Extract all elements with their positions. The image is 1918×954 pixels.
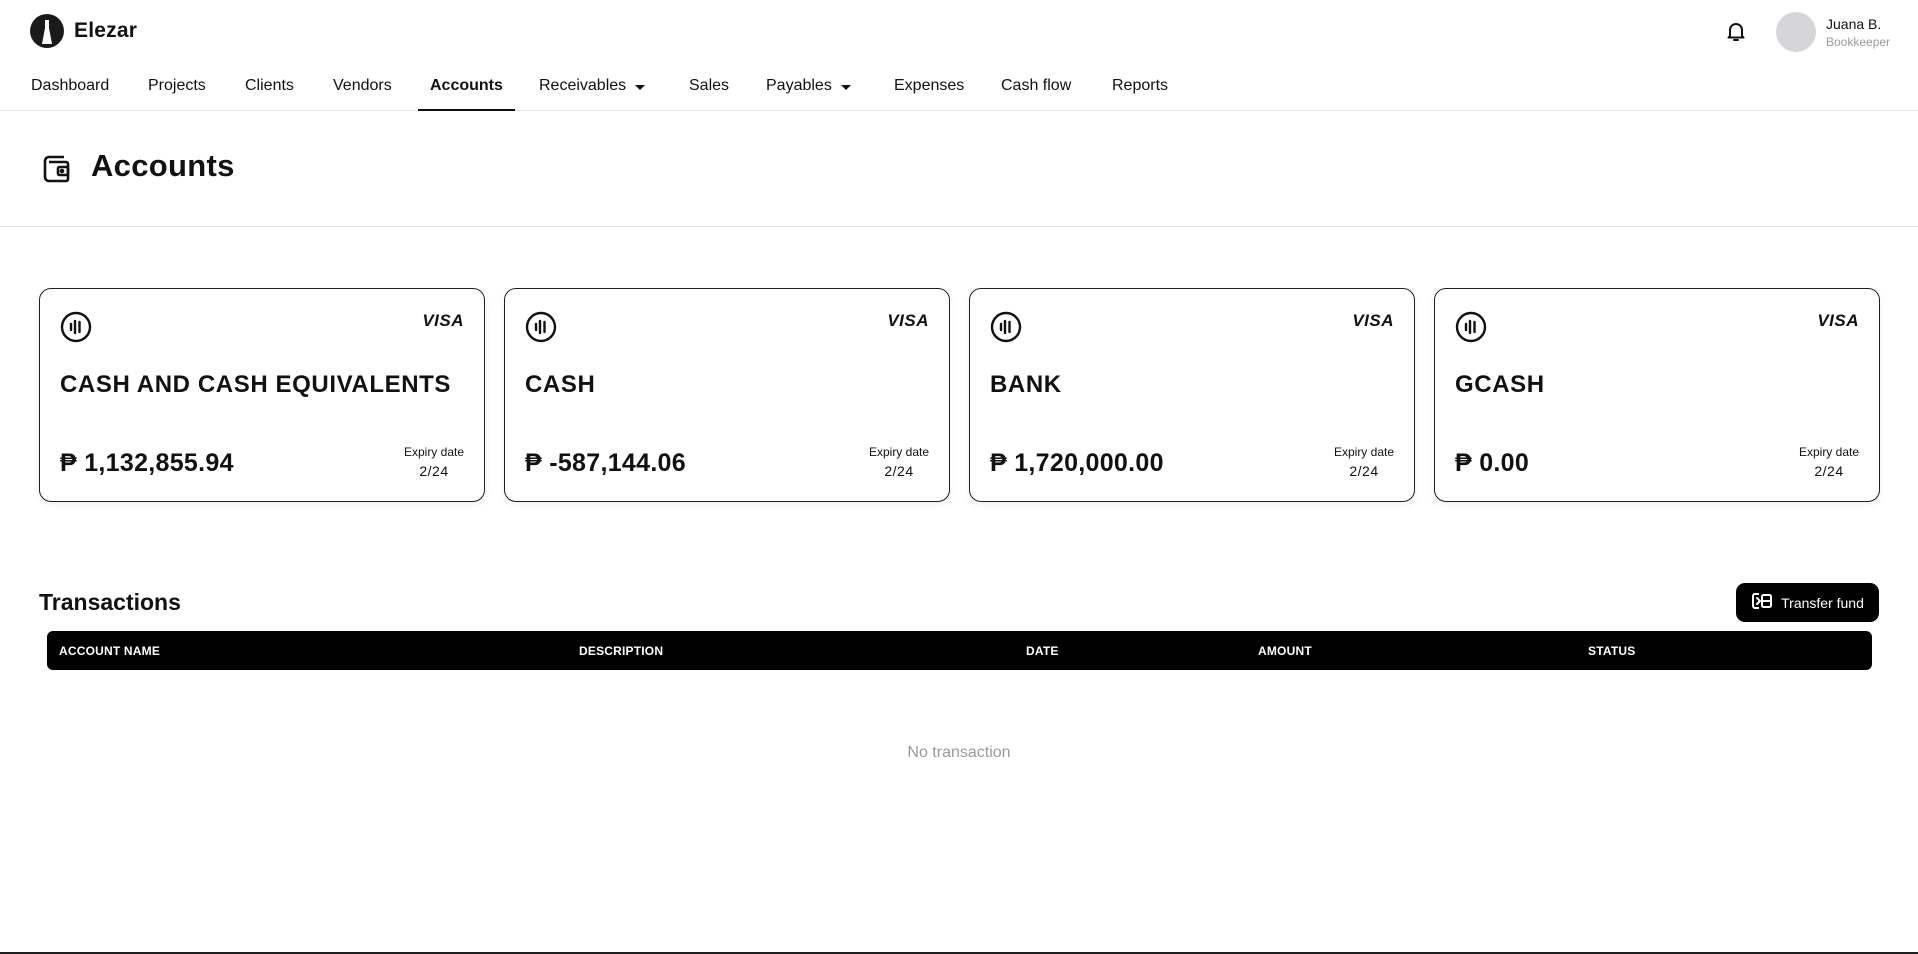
contactless-icon xyxy=(990,311,1022,343)
brand-name: Elezar xyxy=(74,19,138,42)
account-balance: ₱ 0.00 xyxy=(1455,449,1530,477)
nav-label: Reports xyxy=(1112,77,1169,94)
account-name: BANK xyxy=(990,371,1062,398)
contactless-icon xyxy=(60,311,92,343)
account-name: CASH xyxy=(525,371,596,398)
expiry: Expiry date 2/24 xyxy=(1334,445,1394,479)
user-name: Juana B. xyxy=(1826,15,1882,32)
visa-logo: VISA xyxy=(422,311,464,330)
top-bar: Elezar Juana B. Bookkeeper xyxy=(0,0,1918,62)
nav-label: Sales xyxy=(689,77,730,94)
transfer-fund-label: Transfer fund xyxy=(1781,594,1864,611)
nav-label: Dashboard xyxy=(31,77,110,94)
contactless-icon xyxy=(525,311,557,343)
nav-item-sales[interactable]: Sales xyxy=(689,62,729,110)
nav-item-accounts[interactable]: Accounts xyxy=(418,62,515,111)
column-amount[interactable]: AMOUNT xyxy=(1258,631,1312,670)
visa-logo: VISA xyxy=(1817,311,1859,330)
visa-logo: VISA xyxy=(887,311,929,330)
page-header: Accounts xyxy=(0,111,1918,227)
column-status[interactable]: STATUS xyxy=(1588,631,1635,670)
account-balance: ₱ 1,720,000.00 xyxy=(990,449,1164,477)
user-info: Juana B. Bookkeeper xyxy=(1826,16,1890,49)
nav-label: Vendors xyxy=(333,77,392,94)
column-description[interactable]: DESCRIPTION xyxy=(579,631,663,670)
nav-item-vendors[interactable]: Vendors xyxy=(333,62,392,110)
avatar xyxy=(1776,12,1816,52)
nav-label: Receivables xyxy=(539,77,627,94)
contactless-icon xyxy=(1455,311,1487,343)
visa-logo: VISA xyxy=(1352,311,1394,330)
expiry-value: 2/24 xyxy=(1814,463,1844,479)
expiry-value: 2/24 xyxy=(419,463,449,479)
page-title: Accounts xyxy=(91,148,235,183)
nav-item-cash-flow[interactable]: Cash flow xyxy=(1001,62,1071,110)
brand-logo-icon xyxy=(30,14,64,48)
account-card-bank[interactable]: VISA BANK ₱ 1,720,000.00 Expiry date 2/2… xyxy=(969,288,1415,502)
nav-label: Payables xyxy=(766,77,832,94)
nav-label: Cash flow xyxy=(1001,77,1072,94)
nav-label: Accounts xyxy=(430,77,503,94)
account-card-gcash[interactable]: VISA GCASH ₱ 0.00 Expiry date 2/24 xyxy=(1434,288,1880,502)
account-name: CASH AND CASH EQUIVALENTS xyxy=(60,371,452,398)
main-nav: Dashboard Projects Clients Vendors Accou… xyxy=(0,62,1918,111)
transactions-title: Transactions xyxy=(39,589,181,615)
nav-item-expenses[interactable]: Expenses xyxy=(894,62,964,110)
user-role: Bookkeeper xyxy=(1826,34,1891,49)
bell-icon[interactable] xyxy=(1724,19,1748,43)
nav-label: Expenses xyxy=(894,77,965,94)
column-date[interactable]: DATE xyxy=(1026,631,1059,670)
wallet-icon xyxy=(42,154,72,184)
nav-item-payables[interactable]: Payables xyxy=(766,62,851,110)
brand[interactable]: Elezar xyxy=(30,14,137,48)
expiry-label: Expiry date xyxy=(403,445,464,459)
chevron-down-icon xyxy=(840,84,851,90)
account-card-cash-and-cash-equivalents[interactable]: VISA CASH AND CASH EQUIVALENTS ₱ 1,132,8… xyxy=(39,288,485,502)
transactions-table-header: ACCOUNT NAME DESCRIPTION DATE AMOUNT STA… xyxy=(47,631,1872,670)
nav-item-reports[interactable]: Reports xyxy=(1112,62,1168,110)
expiry-value: 2/24 xyxy=(884,463,914,479)
account-card-cash[interactable]: VISA CASH ₱ -587,144.06 Expiry date 2/24 xyxy=(504,288,950,502)
nav-label: Projects xyxy=(148,77,206,94)
transfer-icon xyxy=(1751,591,1773,614)
expiry: Expiry date 2/24 xyxy=(1799,445,1859,479)
expiry: Expiry date 2/24 xyxy=(869,445,929,479)
transfer-fund-button[interactable]: Transfer fund xyxy=(1736,583,1879,622)
expiry-label: Expiry date xyxy=(1333,445,1394,459)
expiry-label: Expiry date xyxy=(1798,445,1859,459)
expiry: Expiry date 2/24 xyxy=(404,445,464,479)
account-name: GCASH xyxy=(1455,371,1545,398)
nav-label: Clients xyxy=(245,77,294,94)
account-balance: ₱ -587,144.06 xyxy=(525,449,686,477)
column-account-name[interactable]: ACCOUNT NAME xyxy=(59,631,160,670)
nav-item-clients[interactable]: Clients xyxy=(245,62,294,110)
account-balance: ₱ 1,132,855.94 xyxy=(60,449,234,477)
empty-state: No transaction xyxy=(907,744,1011,761)
chevron-down-icon xyxy=(635,84,646,90)
user-menu[interactable]: Juana B. Bookkeeper xyxy=(1776,12,1890,52)
expiry-value: 2/24 xyxy=(1349,463,1379,479)
expiry-label: Expiry date xyxy=(868,445,929,459)
nav-item-receivables[interactable]: Receivables xyxy=(539,62,646,110)
nav-item-projects[interactable]: Projects xyxy=(148,62,206,110)
nav-item-dashboard[interactable]: Dashboard xyxy=(31,62,109,110)
